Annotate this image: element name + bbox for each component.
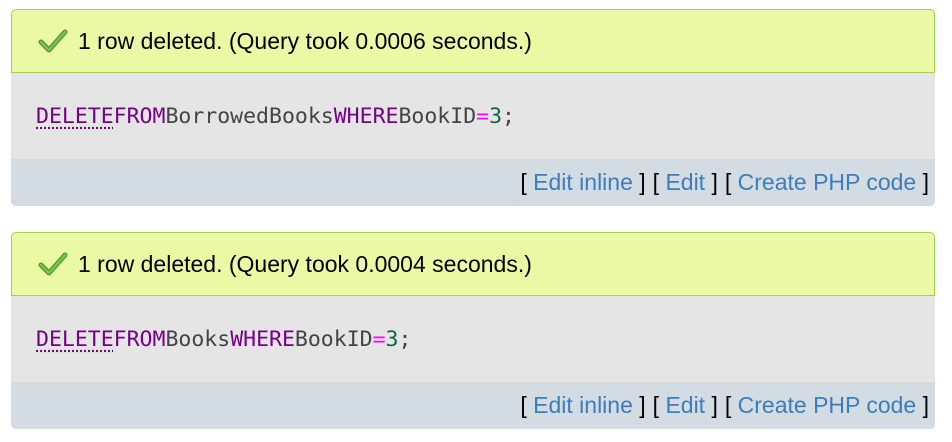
sql-keyword-from: FROM xyxy=(113,103,166,129)
sql-table-name: Books xyxy=(165,326,231,352)
sql-keyword-where: WHERE xyxy=(230,326,295,352)
sql-column-name: BookID xyxy=(294,326,373,352)
edit-inline-link[interactable]: Edit inline xyxy=(533,169,633,196)
sql-terminator: ; xyxy=(502,103,515,129)
query-result-1: 1 row deleted. (Query took 0.0006 second… xyxy=(11,9,935,206)
sql-terminator: ; xyxy=(398,326,412,352)
success-message-bar: 1 row deleted. (Query took 0.0006 second… xyxy=(11,9,935,73)
sql-value: 3 xyxy=(489,103,503,129)
edit-inline-link[interactable]: Edit inline xyxy=(533,392,633,419)
sql-query-display: DELETE FROM BorrowedBooks WHERE BookID =… xyxy=(11,73,935,159)
query-results-page: 1 row deleted. (Query took 0.0006 second… xyxy=(0,0,952,442)
sql-query-display: DELETE FROM Books WHERE BookID = 3; xyxy=(11,296,935,382)
sql-column-name: BookID xyxy=(398,103,477,129)
success-message-bar: 1 row deleted. (Query took 0.0004 second… xyxy=(11,232,935,296)
create-php-code-link[interactable]: Create PHP code xyxy=(738,392,917,419)
check-icon xyxy=(38,29,68,53)
create-php-code-link[interactable]: Create PHP code xyxy=(738,169,917,196)
edit-link[interactable]: Edit xyxy=(665,392,705,419)
query-result-2: 1 row deleted. (Query took 0.0004 second… xyxy=(11,232,935,429)
sql-keyword-delete[interactable]: DELETE xyxy=(36,104,114,129)
sql-table-name: BorrowedBooks xyxy=(165,103,334,129)
sql-keyword-delete[interactable]: DELETE xyxy=(36,327,114,352)
query-action-links: [ Edit inline ] [ Edit ] [ Create PHP co… xyxy=(11,159,935,206)
success-message-text: 1 row deleted. (Query took 0.0006 second… xyxy=(78,27,532,54)
success-message-text: 1 row deleted. (Query took 0.0004 second… xyxy=(78,250,532,277)
sql-operator: = xyxy=(372,326,386,352)
query-action-links: [ Edit inline ] [ Edit ] [ Create PHP co… xyxy=(11,382,935,429)
sql-value: 3 xyxy=(385,326,399,352)
sql-keyword-where: WHERE xyxy=(333,103,399,129)
sql-keyword-from: FROM xyxy=(113,326,166,352)
sql-operator: = xyxy=(476,103,490,129)
check-icon xyxy=(38,252,68,276)
edit-link[interactable]: Edit xyxy=(665,169,705,196)
